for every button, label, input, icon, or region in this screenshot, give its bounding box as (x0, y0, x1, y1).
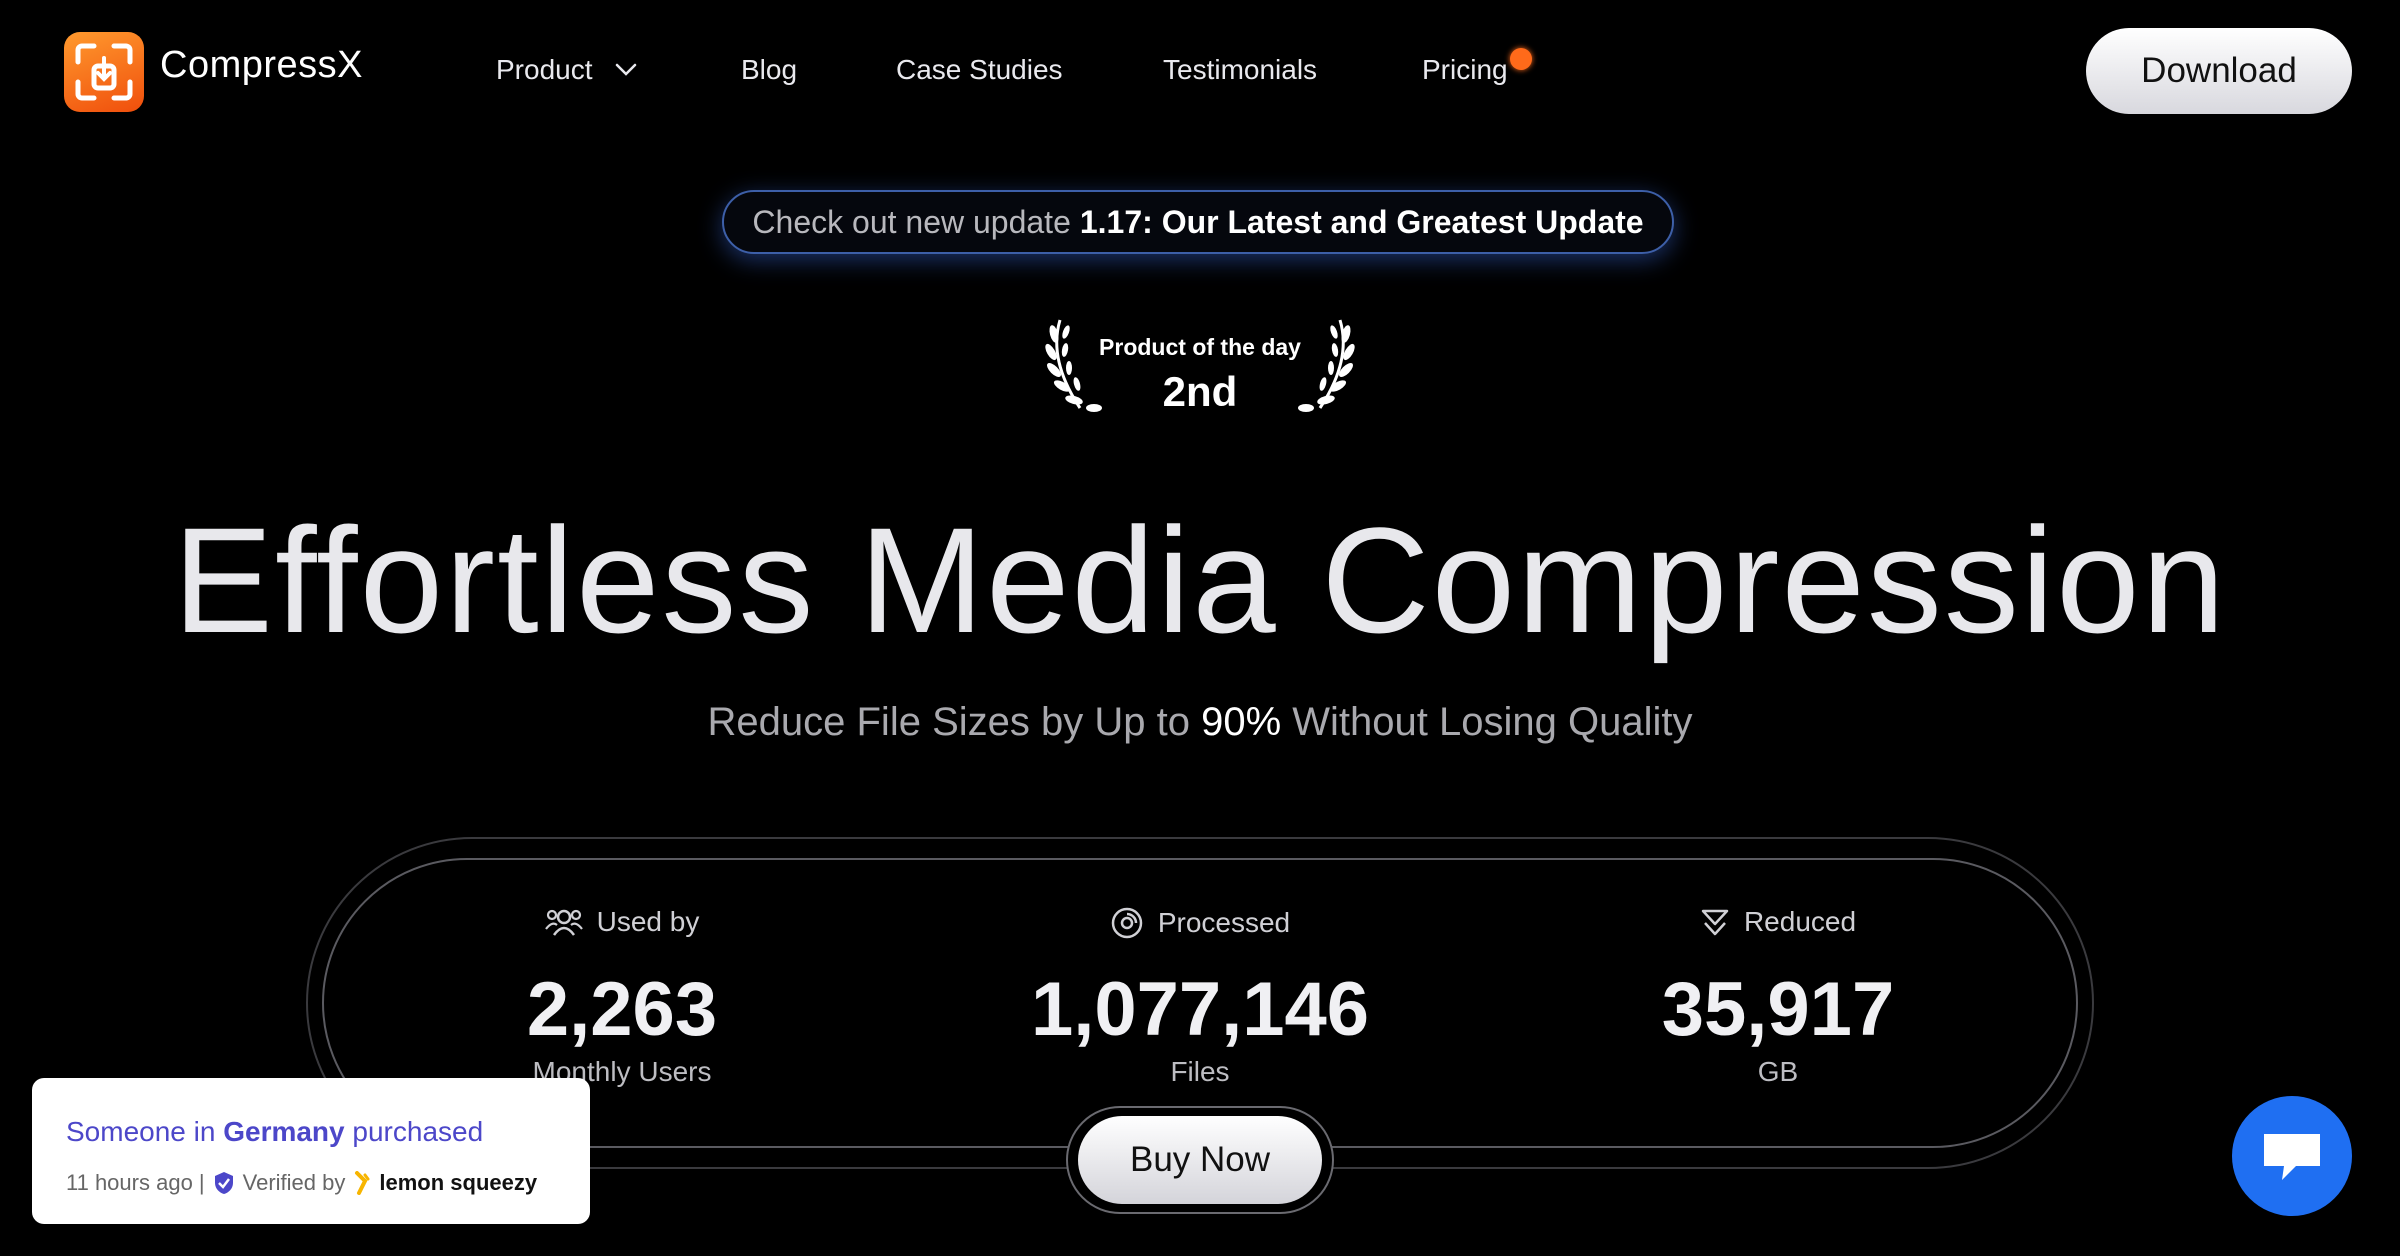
top-navigation: CompressX Product Blog Case Studies Test… (0, 0, 2400, 150)
nav-item-product[interactable]: Product (496, 54, 593, 86)
stat-label: Used by (596, 906, 700, 937)
users-icon (544, 909, 583, 936)
stat-label: Processed (1157, 907, 1291, 938)
brand-name[interactable]: CompressX (160, 44, 363, 87)
verified-shield-icon (214, 1172, 233, 1194)
award-rank: 2nd (1162, 368, 1238, 415)
download-button[interactable]: Download (2086, 28, 2352, 114)
purchase-country: Germany (223, 1116, 345, 1147)
stat-value: 2,263 (526, 967, 718, 1052)
chevron-down-icon[interactable] (614, 62, 638, 78)
stat-value: 35,917 (1661, 967, 1895, 1052)
chat-bubble-icon (2264, 1134, 2320, 1180)
nav-item-case-studies[interactable]: Case Studies (896, 54, 1063, 86)
award-title: Product of the day (1099, 334, 1301, 360)
purchase-time: 11 hours ago | (66, 1170, 205, 1195)
purchase-meta: 11 hours ago | Verified by lemon squeezy (66, 1170, 537, 1196)
buy-now-button[interactable]: Buy Now (1078, 1116, 1322, 1204)
subtitle-before: Reduce File Sizes by Up to (707, 700, 1190, 744)
product-of-the-day-badge[interactable]: Product of the day 2nd (1040, 310, 1360, 420)
stat-unit: GB (1757, 1056, 1799, 1087)
compress-disc-icon (1111, 907, 1143, 939)
hero-subtitle: Reduce File Sizes by Up to 90% Without L… (0, 700, 2400, 745)
reduce-arrow-icon (1701, 909, 1729, 936)
nav-item-testimonials[interactable]: Testimonials (1163, 54, 1317, 86)
purchase-notification[interactable]: Someone in Germany purchased 11 hours ag… (32, 1078, 590, 1224)
purchase-message: Someone in Germany purchased (66, 1116, 483, 1148)
subtitle-after: Without Losing Quality (1292, 700, 1693, 744)
stat-unit: Files (1170, 1056, 1230, 1087)
nav-item-pricing[interactable]: Pricing (1422, 54, 1508, 86)
update-banner[interactable]: Check out new update 1.17: Our Latest an… (722, 190, 1674, 254)
nav-item-blog[interactable]: Blog (741, 54, 797, 86)
stat-value: 1,077,146 (1030, 967, 1370, 1052)
subtitle-highlight: 90% (1201, 700, 1282, 744)
stat-label: Reduced (1743, 906, 1857, 937)
notification-dot (1510, 48, 1532, 70)
update-banner-prefix: Check out new update (752, 203, 1071, 240)
lemon-squeezy-logo-icon (355, 1171, 370, 1195)
hero-title: Effortless Media Compression (172, 496, 2228, 664)
purchase-suffix: purchased (352, 1116, 484, 1147)
chat-button[interactable] (2232, 1096, 2352, 1216)
verified-label: Verified by (242, 1170, 346, 1195)
provider-name: lemon squeezy (379, 1170, 538, 1195)
purchase-prefix: Someone in (66, 1116, 216, 1147)
update-banner-link[interactable]: 1.17: Our Latest and Greatest Update (1080, 204, 1644, 241)
compressx-logo-icon[interactable] (64, 32, 144, 112)
